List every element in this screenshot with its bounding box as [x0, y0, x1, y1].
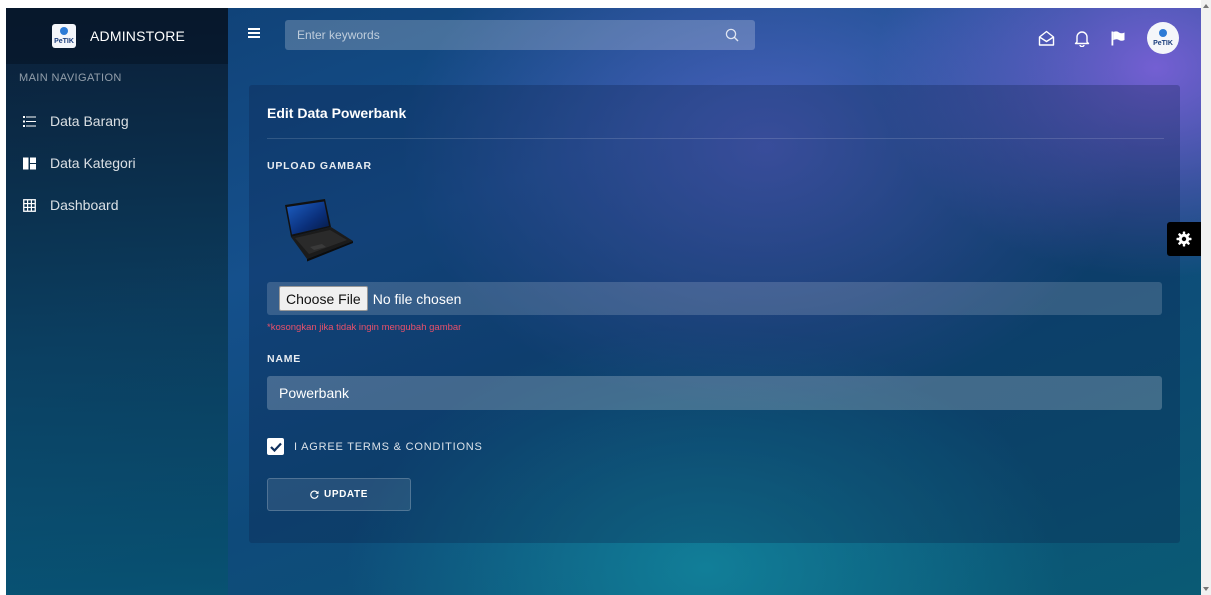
- upload-label: UPLOAD GAMBAR: [267, 160, 372, 172]
- file-upload-field: Choose File No file chosen: [267, 282, 1162, 315]
- search-icon[interactable]: [725, 28, 739, 42]
- name-label: NAME: [267, 353, 302, 365]
- divider: [267, 138, 1164, 139]
- check-icon: [269, 442, 282, 452]
- menu-icon[interactable]: [248, 28, 260, 38]
- list-icon: [23, 115, 36, 127]
- agree-label: I AGREE TERMS & CONDITIONS: [294, 440, 483, 453]
- sidebar-item-label: Data Kategori: [50, 155, 136, 171]
- scroll-up-arrow[interactable]: [1203, 4, 1209, 8]
- brand-logo: PeTIK: [52, 24, 76, 48]
- agree-checkbox[interactable]: [267, 438, 284, 455]
- page-title: Edit Data Powerbank: [267, 105, 407, 121]
- topbar: PeTIK: [228, 8, 1201, 64]
- search-bar: [285, 20, 755, 50]
- topbar-actions: PeTIK: [1019, 22, 1179, 54]
- grid-icon: [23, 198, 36, 212]
- update-label: UPDATE: [324, 489, 368, 500]
- sidebar-item-data-kategori[interactable]: Data Kategori: [6, 142, 228, 184]
- brand-name: ADMINSTORE: [90, 28, 186, 44]
- view-quilt-icon: [23, 157, 36, 169]
- sidebar-item-label: Dashboard: [50, 197, 119, 213]
- flag-icon[interactable]: [1109, 29, 1127, 47]
- avatar[interactable]: PeTIK: [1147, 22, 1179, 54]
- sidebar: PeTIK ADMINSTORE MAIN NAVIGATION Data Ba…: [6, 8, 228, 595]
- sidebar-item-dashboard[interactable]: Dashboard: [6, 184, 228, 226]
- app-frame: PeTIK ADMINSTORE MAIN NAVIGATION Data Ba…: [6, 8, 1201, 595]
- sidebar-item-label: Data Barang: [50, 113, 129, 129]
- edit-form-card: Edit Data Powerbank UPLOAD GAMBAR Choose…: [249, 85, 1180, 543]
- name-input[interactable]: [267, 376, 1162, 410]
- refresh-icon: [310, 490, 319, 499]
- scroll-down-arrow[interactable]: [1203, 587, 1209, 591]
- agree-terms-row[interactable]: I AGREE TERMS & CONDITIONS: [267, 438, 483, 455]
- file-status: No file chosen: [372, 290, 462, 307]
- settings-panel-toggle[interactable]: [1167, 222, 1201, 256]
- mail-open-icon[interactable]: [1037, 29, 1055, 47]
- search-input[interactable]: [285, 28, 725, 42]
- gear-icon: [1176, 231, 1192, 247]
- choose-file-button[interactable]: Choose File: [279, 286, 368, 311]
- sidebar-item-data-barang[interactable]: Data Barang: [6, 100, 228, 142]
- product-image-preview: [285, 199, 353, 262]
- update-button[interactable]: UPDATE: [267, 478, 411, 511]
- brand[interactable]: PeTIK ADMINSTORE: [6, 8, 228, 64]
- page-scrollbar[interactable]: [1201, 0, 1211, 595]
- upload-hint: *kosongkan jika tidak ingin mengubah gam…: [267, 322, 462, 333]
- nav-header: MAIN NAVIGATION: [19, 72, 122, 84]
- bell-icon[interactable]: [1073, 29, 1091, 47]
